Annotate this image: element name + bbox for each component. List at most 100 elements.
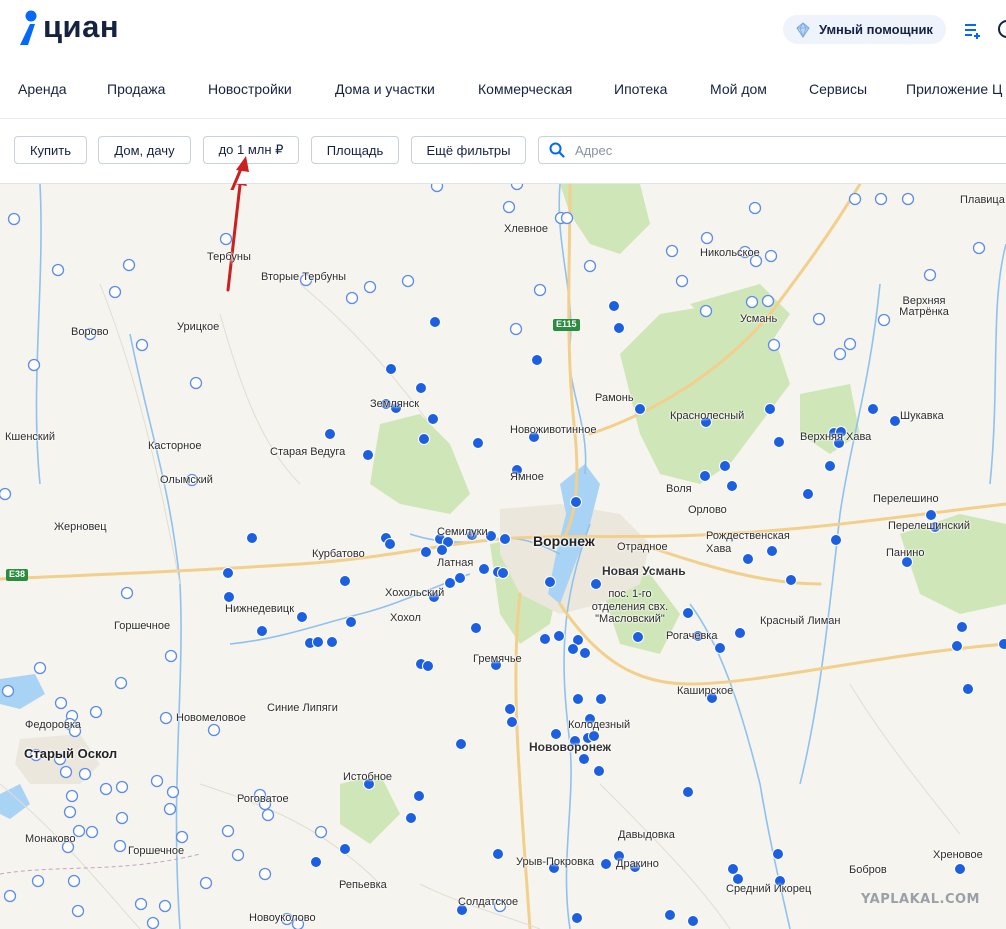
listing-marker-outline[interactable] [85,825,99,839]
listing-marker-outline[interactable] [699,304,713,318]
listing-marker-outline[interactable] [175,830,189,844]
listing-marker-outline[interactable] [509,322,523,336]
listing-marker[interactable] [719,460,731,472]
listing-marker-outline[interactable] [219,232,233,246]
listing-marker[interactable] [339,575,351,587]
listing-marker-outline[interactable] [89,705,103,719]
listing-marker[interactable] [422,660,434,672]
listing-marker[interactable] [727,863,739,875]
listing-marker[interactable] [506,716,518,728]
address-input[interactable] [575,142,975,158]
listing-marker-outline[interactable] [923,268,937,282]
listing-marker[interactable] [951,640,963,652]
chat-icon[interactable] [997,20,1006,40]
listing-marker-outline[interactable] [363,280,377,294]
price-button[interactable]: до 1 млн ₽ [203,136,299,164]
listing-marker[interactable] [824,460,836,472]
listing-marker-outline[interactable] [764,249,778,263]
listing-marker-outline[interactable] [665,244,679,258]
listing-marker[interactable] [444,577,456,589]
nav-my-home[interactable]: Мой дом [710,81,767,97]
listing-marker[interactable] [339,843,351,855]
listing-marker[interactable] [600,858,612,870]
listing-marker[interactable] [497,567,509,579]
listing-marker[interactable] [246,532,258,544]
listing-marker[interactable] [682,786,694,798]
listing-marker[interactable] [579,647,591,659]
listing-marker-outline[interactable] [3,889,17,903]
nav-new-builds[interactable]: Новостройки [208,81,292,97]
listing-marker[interactable] [956,621,968,633]
listing-marker-outline[interactable] [199,876,213,890]
listing-marker[interactable] [682,607,694,619]
listing-marker-outline[interactable] [146,916,160,929]
cian-logo[interactable]: циан [18,2,119,46]
listing-marker-outline[interactable] [877,313,891,327]
listing-marker[interactable] [954,863,966,875]
listing-marker[interactable] [567,643,579,655]
listing-marker-outline[interactable] [63,805,77,819]
listing-marker-outline[interactable] [314,825,328,839]
listing-marker-outline[interactable] [560,211,574,225]
listing-marker-outline[interactable] [78,767,92,781]
listing-marker-outline[interactable] [207,723,221,737]
listing-marker-outline[interactable] [972,241,986,255]
listing-marker-outline[interactable] [122,258,136,272]
listing-marker[interactable] [544,576,556,588]
nav-services[interactable]: Сервисы [809,81,867,97]
listing-marker-outline[interactable] [1,684,15,698]
listing-marker-outline[interactable] [115,780,129,794]
listing-marker-outline[interactable] [700,231,714,245]
listing-marker[interactable] [345,616,357,628]
listing-marker[interactable] [593,765,605,777]
listing-marker[interactable] [578,753,590,765]
listing-marker-outline[interactable] [261,808,275,822]
listing-marker-outline[interactable] [33,661,47,675]
listing-marker-outline[interactable] [345,291,359,305]
listing-marker[interactable] [415,382,427,394]
listing-marker-outline[interactable] [761,294,775,308]
listing-marker[interactable] [802,488,814,500]
listing-marker-outline[interactable] [65,789,79,803]
listing-marker-outline[interactable] [67,874,81,888]
listing-marker-outline[interactable] [510,184,524,191]
object-type-button[interactable]: Дом, дачу [98,136,191,164]
listing-marker[interactable] [455,738,467,750]
listing-marker-outline[interactable] [812,312,826,326]
nav-commercial[interactable]: Коммерческая [478,81,572,97]
listing-marker-outline[interactable] [745,295,759,309]
listing-marker-outline[interactable] [113,839,127,853]
listing-marker-outline[interactable] [833,347,847,361]
listing-marker[interactable] [429,316,441,328]
listing-marker-outline[interactable] [533,283,547,297]
area-button[interactable]: Площадь [311,136,399,164]
listing-marker-outline[interactable] [59,765,73,779]
listing-marker[interactable] [405,812,417,824]
listing-marker[interactable] [418,433,430,445]
listing-marker[interactable] [531,354,543,366]
listing-marker[interactable] [324,428,336,440]
listing-marker[interactable] [420,546,432,558]
nav-app[interactable]: Приложение Ц [906,81,1002,97]
listing-marker[interactable] [362,449,374,461]
listing-marker-outline[interactable] [843,337,857,351]
listing-marker[interactable] [687,915,699,927]
listing-marker-outline[interactable] [767,338,781,352]
listing-marker[interactable] [634,403,646,415]
listing-marker-outline[interactable] [502,200,516,214]
listing-marker-outline[interactable] [874,192,888,206]
listing-marker-outline[interactable] [0,487,12,501]
listing-marker[interactable] [553,630,565,642]
more-filters-button[interactable]: Ещё фильтры [411,136,526,164]
listing-marker[interactable] [785,574,797,586]
listing-marker[interactable] [571,912,583,924]
deal-type-button[interactable]: Купить [14,136,87,164]
listing-marker[interactable] [454,572,466,584]
listing-marker-outline[interactable] [159,711,173,725]
listing-marker-outline[interactable] [675,274,689,288]
listing-marker[interactable] [889,415,901,427]
listing-marker[interactable] [478,563,490,575]
listing-marker-outline[interactable] [135,338,149,352]
listing-marker[interactable] [499,533,511,545]
address-search[interactable] [538,136,1006,164]
